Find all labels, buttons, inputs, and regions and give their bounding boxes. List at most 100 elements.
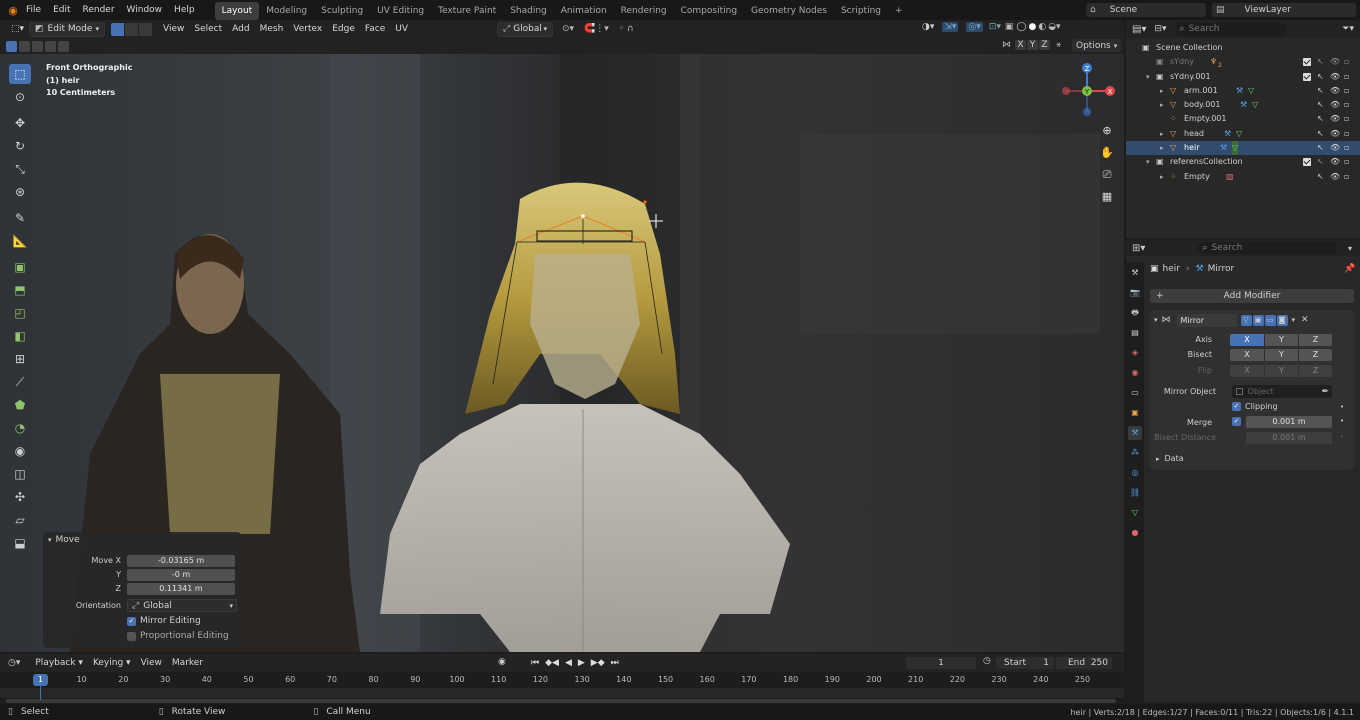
shear-tool-icon[interactable]: ▱ bbox=[9, 510, 31, 530]
zoom-icon[interactable]: ⊕ bbox=[1098, 120, 1116, 142]
add-cube-tool-icon[interactable]: ▣ bbox=[9, 257, 31, 277]
constraints-tab-icon[interactable]: ⛓ bbox=[1128, 486, 1142, 500]
prev-keyframe-icon[interactable]: ◆◀ bbox=[545, 658, 559, 668]
scene-tab-icon[interactable]: ◈ bbox=[1128, 346, 1142, 360]
tab-shading[interactable]: Shading bbox=[503, 2, 554, 20]
viewport-toggle-icon[interactable]: ▭ bbox=[1264, 314, 1276, 326]
select-subtract-icon[interactable] bbox=[32, 40, 43, 52]
menu-window[interactable]: Window bbox=[121, 0, 169, 20]
mirror-object-field[interactable]: ▢ Object ✒ bbox=[1232, 385, 1332, 398]
extrude-tool-icon[interactable]: ⬒ bbox=[9, 280, 31, 300]
select-intersect-icon[interactable] bbox=[58, 40, 69, 52]
outliner-search[interactable]: ⌕ Search bbox=[1174, 22, 1287, 36]
mesh-edit-overlay-icon[interactable]: ⊡▾ bbox=[989, 22, 1001, 32]
move-panel-header[interactable]: ▾ Move bbox=[48, 532, 241, 548]
chevron-right-icon[interactable]: ▸ bbox=[1160, 127, 1164, 141]
camera-icon[interactable]: ▫ bbox=[1344, 112, 1349, 126]
pivot-icon[interactable]: ⊙▾ bbox=[557, 22, 579, 37]
eye-icon[interactable]: 👁 bbox=[1330, 70, 1340, 84]
transform-tool-icon[interactable]: ⊛ bbox=[9, 182, 31, 202]
menu-playback[interactable]: Playback ▾ bbox=[30, 656, 88, 671]
outliner-row-head[interactable]: ▸ ▽ head ⚒ ▽ ↖ 👁 ▫ bbox=[1126, 127, 1360, 141]
tab-scripting[interactable]: Scripting bbox=[834, 2, 888, 20]
chevron-right-icon[interactable]: ▸ bbox=[1160, 141, 1164, 155]
menu-file[interactable]: File bbox=[20, 0, 47, 20]
smooth-tool-icon[interactable]: ◉ bbox=[9, 441, 31, 461]
frame-ruler[interactable]: 10 20 30 40 50 60 70 80 90 100 110 120 130 140 150 160 1… bbox=[0, 672, 1124, 688]
flip-z-toggle[interactable]: Z bbox=[1299, 365, 1332, 377]
add-modifier-button[interactable]: + Add Modifier bbox=[1150, 289, 1354, 303]
outliner-row-empty[interactable]: ▸ ⁘ Empty ▨ ↖ 👁 ▫ bbox=[1126, 170, 1360, 184]
menu-edge[interactable]: Edge bbox=[327, 22, 360, 37]
modifier-tab-icon[interactable]: ⚒ bbox=[1128, 426, 1142, 440]
tab-sculpting[interactable]: Sculpting bbox=[314, 2, 370, 20]
gizmo-icon[interactable]: ⇲▾ bbox=[942, 22, 959, 32]
chevron-right-icon[interactable]: ▸ bbox=[1160, 84, 1164, 98]
eye-icon[interactable]: 👁 bbox=[1330, 55, 1340, 69]
eye-icon[interactable]: 👁 bbox=[1330, 141, 1340, 155]
collection-tab-icon[interactable]: ▭ bbox=[1128, 386, 1142, 400]
orientation-select[interactable]: ⤢ Global ▾ bbox=[127, 599, 237, 612]
rip-tool-icon[interactable]: ⬓ bbox=[9, 533, 31, 553]
material-tab-icon[interactable]: ● bbox=[1128, 526, 1142, 540]
gizmo-neg-x-axis[interactable] bbox=[1062, 87, 1070, 95]
edit-mode-toggle-icon[interactable]: ▽ bbox=[1240, 314, 1252, 326]
physics-tab-icon[interactable]: ◎ bbox=[1128, 466, 1142, 480]
chevron-down-icon[interactable]: ▾ bbox=[1146, 155, 1150, 169]
menu-view[interactable]: View bbox=[158, 22, 189, 37]
select-arrow-icon[interactable]: ↖ bbox=[1317, 112, 1324, 126]
knife-tool-icon[interactable]: ⟋ bbox=[9, 372, 31, 392]
tab-animation[interactable]: Animation bbox=[554, 2, 614, 20]
output-tab-icon[interactable]: 🖶 bbox=[1128, 306, 1142, 320]
snap-icon[interactable]: 🧲⋮▾ bbox=[579, 22, 614, 37]
mirror-z-toggle[interactable]: Z bbox=[1039, 40, 1050, 50]
outliner-row-heir[interactable]: ▸ ▽ heir ⚒ ▽ ↖ 👁 ▫ bbox=[1126, 141, 1360, 156]
bisect-y-toggle[interactable]: Y bbox=[1265, 349, 1298, 361]
keyframe-dot-icon[interactable]: • bbox=[1340, 417, 1344, 425]
add-workspace-button[interactable]: + bbox=[888, 2, 910, 20]
outliner-row-arm[interactable]: ▸ ▽ arm.001 ⚒ ▽ ↖ 👁 ▫ bbox=[1126, 84, 1360, 98]
menu-timeline-view[interactable]: View bbox=[136, 656, 167, 671]
outliner-row-referens-collection[interactable]: ▾ ▣ referensCollection ↖ 👁 ▫ bbox=[1126, 155, 1360, 169]
menu-keying[interactable]: Keying ▾ bbox=[88, 656, 136, 671]
select-extend-icon[interactable] bbox=[19, 40, 30, 52]
menu-vertex[interactable]: Vertex bbox=[288, 22, 327, 37]
loop-cut-tool-icon[interactable]: ⊞ bbox=[9, 349, 31, 369]
gizmo-neg-z-axis[interactable] bbox=[1083, 108, 1091, 116]
mode-dropdown[interactable]: ◩ Edit Mode ▾ bbox=[29, 21, 106, 37]
tab-compositing[interactable]: Compositing bbox=[674, 2, 744, 20]
camera-icon[interactable]: ▫ bbox=[1344, 84, 1349, 98]
wireframe-shading-icon[interactable]: ◯ bbox=[1016, 22, 1026, 32]
modifier-name-field[interactable]: Mirror bbox=[1176, 313, 1237, 327]
clock-icon[interactable]: ◷ bbox=[983, 656, 991, 666]
play-reverse-icon[interactable]: ◀ bbox=[565, 658, 572, 668]
timeline-track[interactable] bbox=[0, 688, 1124, 698]
move-y-field[interactable]: -0 m bbox=[127, 569, 235, 581]
checkbox[interactable] bbox=[1303, 72, 1311, 81]
axis-z-toggle[interactable]: Z bbox=[1299, 334, 1332, 346]
bisect-x-toggle[interactable]: X bbox=[1230, 349, 1264, 361]
inset-tool-icon[interactable]: ◰ bbox=[9, 303, 31, 323]
playhead-marker[interactable]: 1 bbox=[33, 674, 48, 686]
display-mode-icon[interactable]: ⊟▾ bbox=[1154, 24, 1166, 34]
tab-rendering[interactable]: Rendering bbox=[614, 2, 674, 20]
merge-checkbox[interactable]: ✓ bbox=[1232, 417, 1241, 426]
chevron-right-icon[interactable]: ▸ bbox=[1160, 98, 1164, 112]
camera-icon[interactable]: ▫ bbox=[1344, 141, 1349, 155]
outliner-row-empty-001[interactable]: ⁘ Empty.001 ↖ 👁 ▫ bbox=[1126, 112, 1360, 126]
menu-render[interactable]: Render bbox=[77, 0, 121, 20]
record-icon[interactable]: ◉ bbox=[498, 657, 506, 667]
select-arrow-icon[interactable]: ↖ bbox=[1317, 155, 1324, 169]
rotate-tool-icon[interactable]: ↻ bbox=[9, 136, 31, 156]
data-subpanel-header[interactable]: ▸ Data bbox=[1156, 454, 1184, 463]
play-icon[interactable]: ▶ bbox=[578, 658, 585, 668]
vertex-select-icon[interactable] bbox=[111, 22, 125, 36]
jump-start-icon[interactable]: ⏮ bbox=[531, 658, 539, 668]
spin-tool-icon[interactable]: ◔ bbox=[9, 418, 31, 438]
mirror-topology-icon[interactable]: ⚹ bbox=[1056, 40, 1061, 50]
timeline-editor-icon[interactable]: ◷▾ bbox=[8, 658, 20, 668]
tool-tab-icon[interactable]: ⚒ bbox=[1128, 266, 1142, 280]
xray-icon[interactable]: ▣ bbox=[1005, 22, 1014, 32]
keyframe-dot-icon[interactable]: • bbox=[1340, 403, 1344, 411]
poly-build-tool-icon[interactable]: ⬟ bbox=[9, 395, 31, 415]
